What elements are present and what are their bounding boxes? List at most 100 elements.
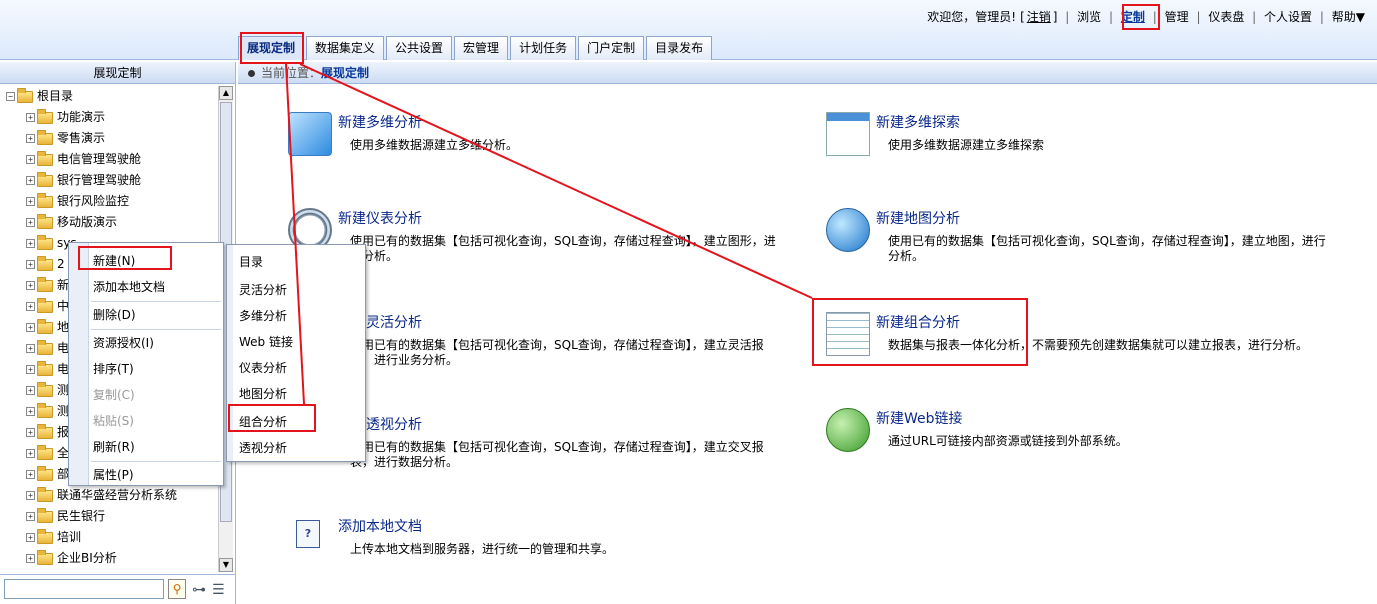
expand-icon[interactable]: + (26, 449, 35, 458)
sub-olap-analysis[interactable]: 多维分析 (239, 305, 287, 327)
ctx-add-local-doc[interactable]: 添加本地文档 (93, 277, 165, 297)
tree-node-label[interactable]: 民生银行 (57, 506, 105, 527)
folder-icon (37, 444, 53, 460)
expand-icon[interactable]: + (26, 281, 35, 290)
tree-node[interactable]: + 企业BI分析 (0, 548, 218, 569)
nav-personal-settings-link[interactable]: 个人设置 (1264, 10, 1312, 24)
sub-web-link[interactable]: Web 链接 (239, 331, 293, 353)
expand-icon[interactable]: + (26, 407, 35, 416)
tab-dataset-definition[interactable]: 数据集定义 (306, 36, 385, 60)
ctx-sort[interactable]: 排序(T) (93, 359, 134, 379)
tree-node[interactable]: + 功能演示 (0, 107, 218, 128)
ctx-refresh[interactable]: 刷新(R) (93, 437, 135, 457)
expand-icon[interactable]: + (26, 239, 35, 248)
bullet-icon (248, 70, 255, 77)
nav-browse-link[interactable]: 浏览 (1077, 10, 1101, 24)
tree-node-label[interactable]: 零售演示 (57, 128, 105, 149)
search-icon[interactable]: ⚲ (168, 579, 186, 599)
tree-node[interactable]: + 培训 (0, 527, 218, 548)
tab-portal-custom[interactable]: 门户定制 (578, 36, 645, 60)
tree-node[interactable]: + 电信管理驾驶舱 (0, 149, 218, 170)
tree-view-icon[interactable]: ⊶ (192, 582, 206, 598)
expand-icon[interactable]: + (26, 134, 35, 143)
folder-icon (37, 549, 53, 565)
folder-icon (37, 171, 53, 187)
tree-node[interactable]: + 移动版演示 (0, 212, 218, 233)
ctx-properties[interactable]: 属性(P) (93, 465, 134, 485)
expand-icon[interactable]: + (26, 428, 35, 437)
expand-icon[interactable]: + (26, 533, 35, 542)
expand-icon[interactable]: + (26, 302, 35, 311)
tree-node-label[interactable]: 银行风险监控 (57, 191, 129, 212)
expand-icon[interactable]: + (26, 260, 35, 269)
sub-map-analysis[interactable]: 地图分析 (239, 383, 287, 405)
card-new-olap-analysis[interactable]: 新建多维分析 使用多维数据源建立多维分析。 (288, 112, 768, 172)
expand-icon[interactable]: + (26, 365, 35, 374)
card-new-combo-analysis[interactable]: 新建组合分析 数据集与报表一体化分析，不需要预先创建数据集就可以建立报表，进行分… (826, 312, 1326, 372)
sub-gauge-analysis[interactable]: 仪表分析 (239, 357, 287, 379)
tree-node[interactable]: + 联通华盛经营分析系统 (0, 485, 218, 506)
tree-node-label[interactable]: 联通华盛经营分析系统 (57, 485, 177, 506)
nav-customize-link[interactable]: 定制 (1121, 10, 1145, 24)
expand-icon[interactable]: + (26, 155, 35, 164)
tree-node[interactable]: + 零售演示 (0, 128, 218, 149)
sub-flexible-analysis[interactable]: 灵活分析 (239, 279, 287, 301)
tree-search-input[interactable] (4, 579, 164, 599)
scroll-down-icon[interactable]: ▼ (219, 558, 233, 572)
web-link-icon (826, 408, 870, 452)
ctx-resource-auth[interactable]: 资源授权(I) (93, 333, 154, 353)
tree-node-label[interactable]: 培训 (57, 527, 81, 548)
tree-node-label[interactable]: 移动版演示 (57, 212, 117, 233)
ctx-new[interactable]: 新建(N) (93, 251, 135, 271)
tree-node[interactable]: − 根目录 (0, 86, 218, 107)
sub-pivot-analysis[interactable]: 透视分析 (239, 437, 287, 459)
card-add-local-document[interactable]: ? 添加本地文档 上传本地文档到服务器，进行统一的管理和共享。 (288, 516, 768, 576)
tree-node-label[interactable]: 电信管理驾驶舱 (57, 149, 141, 170)
collapse-icon[interactable]: − (6, 92, 15, 101)
tree-node-label[interactable]: 功能演示 (57, 107, 105, 128)
tree-node-label[interactable]: 2 (57, 254, 65, 275)
card-new-olap-explore[interactable]: 新建多维探索 使用多维数据源建立多维探索 (826, 112, 1326, 172)
tab-public-settings[interactable]: 公共设置 (386, 36, 453, 60)
nav-help-menu[interactable]: 帮助▼ (1332, 10, 1365, 24)
tree-node-label[interactable]: 银行管理驾驶舱 (57, 170, 141, 191)
expand-icon[interactable]: + (26, 323, 35, 332)
logout-link[interactable]: 注销 (1027, 10, 1051, 24)
card-new-web-link[interactable]: 新建Web链接 通过URL可链接内部资源或链接到外部系统。 (826, 408, 1326, 468)
tree-node[interactable]: + 民生银行 (0, 506, 218, 527)
expand-icon[interactable]: + (26, 470, 35, 479)
expand-icon[interactable]: + (26, 197, 35, 206)
expand-icon[interactable]: + (26, 386, 35, 395)
local-doc-icon: ? (296, 520, 320, 548)
tab-catalog-publish[interactable]: 目录发布 (646, 36, 713, 60)
expand-icon[interactable]: + (26, 554, 35, 563)
expand-icon[interactable]: + (26, 113, 35, 122)
expand-icon[interactable]: + (26, 491, 35, 500)
card-new-map-analysis[interactable]: 新建地图分析 使用已有的数据集【包括可视化查询，SQL查询，存储过程查询】，建立… (826, 208, 1326, 278)
sub-combo-analysis[interactable]: 组合分析 (239, 411, 287, 433)
scroll-up-icon[interactable]: ▲ (219, 86, 233, 100)
tree-node-label[interactable]: 根目录 (37, 86, 73, 107)
tab-presentation-custom[interactable]: 展现定制 (238, 36, 305, 60)
tree-node[interactable]: + 银行风险监控 (0, 191, 218, 212)
folder-icon (37, 108, 53, 124)
expand-icon[interactable]: + (26, 344, 35, 353)
ctx-delete[interactable]: 删除(D) (93, 305, 136, 325)
globe-icon (826, 208, 870, 252)
sub-directory[interactable]: 目录 (239, 251, 263, 273)
tree-node-label[interactable]: 企业BI分析 (57, 548, 117, 569)
module-tabs: 展现定制 数据集定义 公共设置 宏管理 计划任务 门户定制 目录发布 (238, 36, 714, 60)
expand-icon[interactable]: + (26, 512, 35, 521)
tab-scheduled-tasks[interactable]: 计划任务 (510, 36, 577, 60)
breadcrumb-current[interactable]: 展现定制 (321, 66, 369, 80)
nav-dashboard-link[interactable]: 仪表盘 (1208, 10, 1244, 24)
expand-icon[interactable]: + (26, 176, 35, 185)
ctx-copy[interactable]: 复制(C) (93, 385, 135, 405)
ctx-paste[interactable]: 粘贴(S) (93, 411, 134, 431)
nav-manage-link[interactable]: 管理 (1165, 10, 1189, 24)
list-view-icon[interactable]: ☰ (212, 582, 225, 598)
tab-macro-management[interactable]: 宏管理 (454, 36, 509, 60)
expand-icon[interactable]: + (26, 218, 35, 227)
new-submenu: 目录 灵活分析 多维分析 Web 链接 仪表分析 地图分析 组合分析 透视分析 (226, 244, 366, 462)
tree-node[interactable]: + 银行管理驾驶舱 (0, 170, 218, 191)
